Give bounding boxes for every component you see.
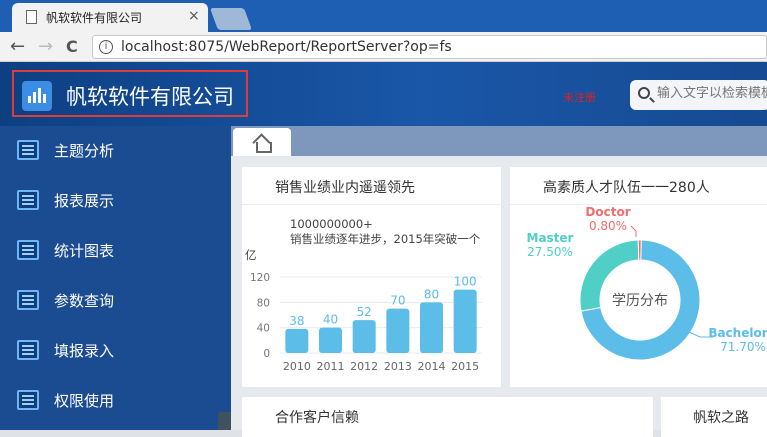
partners-card-title: 合作客户信赖 [275, 410, 359, 426]
donut-center-label: 学历分布 [612, 293, 668, 309]
brand-name: 帆软软件有限公司 [66, 85, 234, 109]
back-arrow-icon[interactable]: ← [10, 36, 25, 57]
data-label: 38 [289, 314, 304, 328]
x-tick-label: 2010 [283, 360, 311, 373]
sidebar-item-statistics-charts[interactable]: 统计图表 [0, 226, 231, 276]
x-tick-label: 2011 [317, 360, 345, 373]
sidebar-item-label: 填报录入 [54, 342, 115, 360]
sidebar-item-theme-analysis[interactable]: 主题分析 [0, 126, 231, 176]
data-label: 70 [390, 294, 405, 308]
data-label: 80 [424, 287, 439, 301]
new-tab-button[interactable] [209, 8, 253, 30]
road-card: 帆软之路 [661, 397, 767, 437]
address-bar[interactable]: i localhost:8075/WebReport/ReportServer?… [92, 35, 767, 59]
content-tabbar [231, 126, 767, 156]
unregistered-notice[interactable]: 未注册 [563, 89, 596, 105]
app-header: 帆软软件有限公司 未注册 [0, 62, 767, 126]
bar [319, 327, 342, 353]
slice-name-label: Master [527, 231, 574, 245]
sidebar-item-label: 权限使用 [54, 392, 115, 410]
template-search[interactable] [630, 80, 767, 110]
browser-tab-title: 帆软软件有限公司 [46, 11, 143, 25]
report-icon [17, 140, 39, 160]
talent-card: 高素质人才队伍一一280人 学历分布 Bachelor 71.70% Master 27… [510, 167, 767, 387]
info-icon[interactable]: i [99, 40, 113, 54]
main-content: 销售业绩业内遥遥领先 1000000000+ 销售业绩逐年进步，2015年突破一… [231, 126, 767, 437]
chart-logo-icon [22, 81, 52, 111]
pie-slice [637, 239, 642, 261]
brand-area[interactable]: 帆软软件有限公司 [12, 70, 248, 117]
sales-note-figure: 1000000000+ [290, 217, 373, 231]
document-icon [26, 10, 37, 24]
home-icon [252, 134, 272, 153]
sidebar-item-report-display[interactable]: 报表展示 [0, 176, 231, 226]
data-label: 52 [357, 305, 372, 319]
browser-tab[interactable]: 帆软软件有限公司 × [12, 3, 208, 32]
tab-home[interactable] [233, 128, 291, 156]
bar [352, 320, 376, 353]
slice-value-label: 0.80% [589, 219, 627, 233]
slice-value-label: 27.50% [527, 245, 573, 259]
report-icon [17, 340, 39, 360]
sales-note-text: 销售业绩逐年进步，2015年突破一个 [290, 232, 481, 246]
y-tick-label: 80 [257, 297, 270, 309]
search-icon[interactable] [638, 87, 650, 99]
sidebar: 主题分析 报表展示 统计图表 参数查询 填报录入 权限使用 [0, 126, 231, 430]
road-card-title: 帆软之路 [693, 410, 749, 426]
education-donut-chart: 学历分布 Bachelor71.70% Master27.50% Doctor0.80… [527, 205, 767, 361]
bar [285, 328, 309, 353]
sidebar-item-permissions[interactable]: 权限使用 [0, 376, 231, 426]
sidebar-item-label: 统计图表 [54, 242, 115, 260]
sales-bar-chart: 0 40 80 120 38 2010 40 2011 52 2012 70 2013 80 2014 10… [250, 272, 482, 373]
bar [386, 308, 410, 353]
sales-card: 销售业绩业内遥遥领先 1000000000+ 销售业绩逐年进步，2015年突破一… [242, 167, 501, 387]
sidebar-item-parameter-query[interactable]: 参数查询 [0, 276, 231, 326]
sidebar-item-data-entry[interactable]: 填报录入 [0, 326, 231, 376]
search-input[interactable] [657, 86, 767, 101]
x-tick-label: 2014 [418, 360, 446, 373]
leader-line [630, 225, 637, 237]
sales-note-suffix: 亿 [245, 248, 257, 262]
address-url: localhost:8075/WebReport/ReportServer?op… [121, 39, 452, 55]
talent-card-title: 高素质人才队伍一一280人 [543, 180, 710, 196]
report-icon [17, 190, 39, 210]
data-label: 100 [454, 275, 477, 289]
data-label: 40 [323, 313, 338, 327]
browser-tabstrip: 帆软软件有限公司 × [0, 0, 767, 32]
y-tick-label: 0 [263, 348, 270, 360]
browser-toolbar: ← → C i localhost:8075/WebReport/ReportS… [0, 32, 767, 62]
sidebar-item-label: 报表展示 [54, 192, 115, 210]
bar [420, 302, 443, 353]
sidebar-collapse-handle[interactable] [218, 412, 231, 430]
y-tick-label: 40 [257, 323, 270, 335]
divider [242, 204, 501, 205]
x-tick-label: 2012 [350, 360, 378, 373]
report-icon [17, 290, 39, 310]
sidebar-item-label: 主题分析 [54, 142, 115, 160]
report-icon [17, 390, 39, 410]
sidebar-item-label: 参数查询 [54, 292, 115, 310]
close-tab-icon[interactable]: × [188, 8, 200, 24]
report-icon [17, 240, 39, 260]
x-tick-label: 2013 [384, 360, 412, 373]
x-tick-label: 2015 [451, 360, 479, 373]
forward-arrow-icon[interactable]: → [38, 36, 53, 57]
bar [453, 289, 477, 353]
reload-icon[interactable]: C [66, 37, 78, 56]
slice-value-label: 71.70% [720, 340, 766, 354]
partners-card: 合作客户信赖 [242, 397, 653, 437]
slice-name-label: Bachelor [708, 326, 767, 340]
slice-name-label: Doctor [585, 205, 630, 219]
y-tick-label: 120 [250, 272, 270, 284]
sales-card-title: 销售业绩业内遥遥领先 [275, 180, 415, 196]
